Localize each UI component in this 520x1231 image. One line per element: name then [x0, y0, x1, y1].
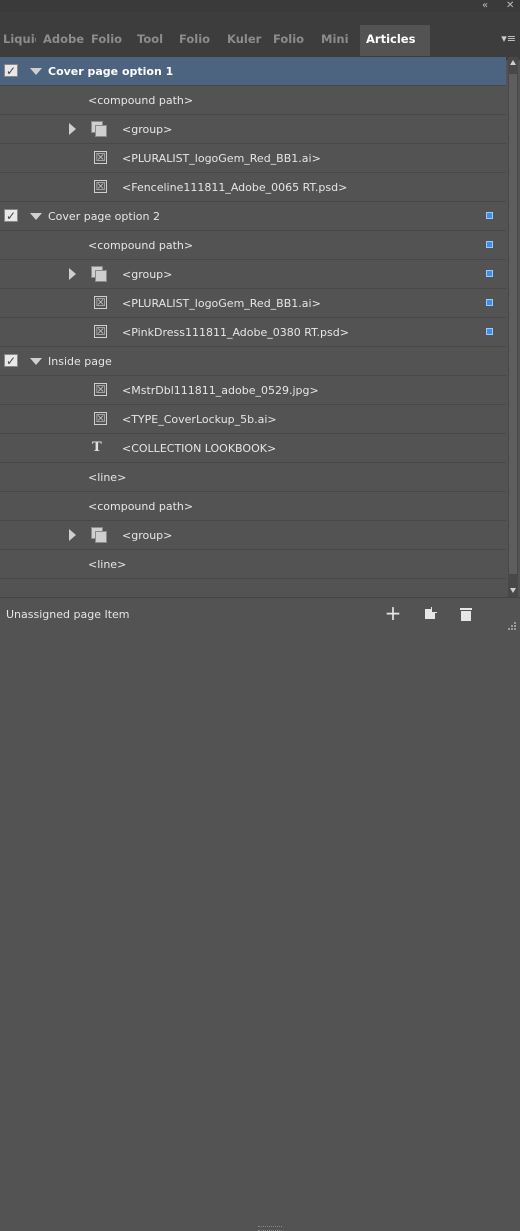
- tab-tool[interactable]: Tool: [134, 29, 172, 49]
- tab-kuler[interactable]: Kuler: [224, 29, 266, 49]
- item-label: <MstrDbl111811_adobe_0529.jpg>: [122, 383, 319, 397]
- add-content-button[interactable]: +: [384, 603, 402, 624]
- checkbox-checked-icon[interactable]: ✓: [4, 64, 18, 77]
- resize-grip-horizontal[interactable]: [258, 1226, 282, 1231]
- item-label: <PLURALIST_logoGem_Red_BB1.ai>: [122, 151, 321, 165]
- item-label: <line>: [88, 470, 127, 484]
- article-label: Inside page: [48, 354, 112, 368]
- placed-image-icon: ☒: [94, 296, 107, 309]
- tab-folio-3[interactable]: Folio: [270, 29, 314, 49]
- item-label: <TYPE_CoverLockup_5b.ai>: [122, 412, 277, 426]
- articles-panel: « ✕ Liquid Layout Adobe Folio Tool Folio…: [0, 0, 520, 1231]
- article-item-row[interactable]: ☒ <PLURALIST_logoGem_Red_BB1.ai>: [0, 289, 506, 318]
- resize-grip-icon[interactable]: [508, 622, 518, 632]
- item-label: <Fenceline111811_Adobe_0065 RT.psd>: [122, 180, 348, 194]
- checkbox-checked-icon[interactable]: ✓: [4, 354, 18, 367]
- article-row[interactable]: ✓ Inside page: [0, 347, 506, 376]
- articles-list: ✓ Cover page option 1 <compound path> <g…: [0, 57, 506, 597]
- selection-marker-icon[interactable]: [486, 299, 493, 306]
- panel-menu-icon[interactable]: ▾≡: [501, 29, 516, 49]
- disclosure-triangle-collapsed-icon[interactable]: [69, 268, 76, 280]
- scroll-down-arrow-icon[interactable]: [510, 588, 516, 593]
- item-label: <compound path>: [88, 499, 194, 513]
- text-frame-icon: T: [92, 440, 102, 455]
- article-row[interactable]: ✓ Cover page option 1: [0, 57, 506, 86]
- disclosure-triangle-expanded-icon[interactable]: [30, 68, 42, 75]
- item-label: <group>: [122, 528, 173, 542]
- selection-marker-icon[interactable]: [486, 328, 493, 335]
- disclosure-triangle-collapsed-icon[interactable]: [69, 123, 76, 135]
- tab-folio-2[interactable]: Folio: [176, 29, 220, 49]
- article-item-row[interactable]: ☒ <TYPE_CoverLockup_5b.ai>: [0, 405, 506, 434]
- article-item-row[interactable]: ☒ <PLURALIST_logoGem_Red_BB1.ai>: [0, 144, 506, 173]
- close-panel-button[interactable]: ✕: [506, 0, 514, 12]
- panel-title-strip: « ✕: [0, 0, 520, 12]
- selection-marker-icon[interactable]: [486, 212, 493, 219]
- article-item-row[interactable]: ☒ <PinkDress111811_Adobe_0380 RT.psd>: [0, 318, 506, 347]
- article-row[interactable]: ✓ Cover page option 2: [0, 202, 506, 231]
- article-item-row[interactable]: <line>: [0, 463, 506, 492]
- placed-image-icon: ☒: [94, 151, 107, 164]
- group-icon: [91, 121, 107, 137]
- group-icon: [91, 266, 107, 282]
- article-item-row[interactable]: <compound path>: [0, 86, 506, 115]
- tab-mini[interactable]: Mini: [318, 29, 356, 49]
- selection-marker-icon[interactable]: [486, 241, 493, 248]
- article-item-row[interactable]: ☒ <MstrDbl111811_adobe_0529.jpg>: [0, 376, 506, 405]
- item-label: <COLLECTION LOOKBOOK>: [122, 441, 277, 455]
- group-icon: [91, 527, 107, 543]
- scrollbar-thumb[interactable]: [509, 74, 517, 574]
- item-label: <compound path>: [88, 238, 194, 252]
- status-text: Unassigned page Item: [6, 608, 130, 621]
- article-item-row[interactable]: <line>: [0, 550, 506, 579]
- trash-icon[interactable]: [458, 604, 474, 624]
- scroll-up-arrow-icon[interactable]: [510, 60, 516, 65]
- new-article-icon[interactable]: [423, 604, 439, 624]
- article-item-row[interactable]: <group>: [0, 260, 506, 289]
- disclosure-triangle-expanded-icon[interactable]: [30, 358, 42, 365]
- placed-image-icon: ☒: [94, 180, 107, 193]
- item-label: <PLURALIST_logoGem_Red_BB1.ai>: [122, 296, 321, 310]
- article-item-row[interactable]: <group>: [0, 115, 506, 144]
- item-label: <PinkDress111811_Adobe_0380 RT.psd>: [122, 325, 349, 339]
- panel-tab-bar: Liquid Layout Adobe Folio Tool Folio Kul…: [0, 12, 520, 60]
- panel-tabs: Liquid Layout Adobe Folio Tool Folio Kul…: [0, 25, 434, 56]
- placed-image-icon: ☒: [94, 383, 107, 396]
- collapse-panel-button[interactable]: «: [482, 0, 488, 12]
- tab-articles[interactable]: Articles: [360, 25, 430, 56]
- tab-adobe[interactable]: Adobe: [40, 29, 84, 49]
- item-label: <group>: [122, 267, 173, 281]
- disclosure-triangle-collapsed-icon[interactable]: [69, 529, 76, 541]
- article-item-row[interactable]: ☒ <Fenceline111811_Adobe_0065 RT.psd>: [0, 173, 506, 202]
- tab-folio-1[interactable]: Folio: [88, 29, 130, 49]
- placed-image-icon: ☒: [94, 412, 107, 425]
- item-label: <compound path>: [88, 93, 194, 107]
- checkbox-checked-icon[interactable]: ✓: [4, 209, 18, 222]
- article-item-row[interactable]: <compound path>: [0, 492, 506, 521]
- item-label: <group>: [122, 122, 173, 136]
- panel-footer: Unassigned page Item +: [0, 597, 520, 1231]
- article-label: Cover page option 2: [48, 209, 160, 223]
- disclosure-triangle-expanded-icon[interactable]: [30, 213, 42, 220]
- article-label: Cover page option 1: [48, 64, 174, 78]
- article-item-row[interactable]: <compound path>: [0, 231, 506, 260]
- selection-marker-icon[interactable]: [486, 270, 493, 277]
- article-item-row[interactable]: <group>: [0, 521, 506, 550]
- article-item-row[interactable]: T <COLLECTION LOOKBOOK>: [0, 434, 506, 463]
- placed-image-icon: ☒: [94, 325, 107, 338]
- tab-liquid-layout[interactable]: Liquid Layout: [0, 29, 36, 49]
- item-label: <line>: [88, 557, 127, 571]
